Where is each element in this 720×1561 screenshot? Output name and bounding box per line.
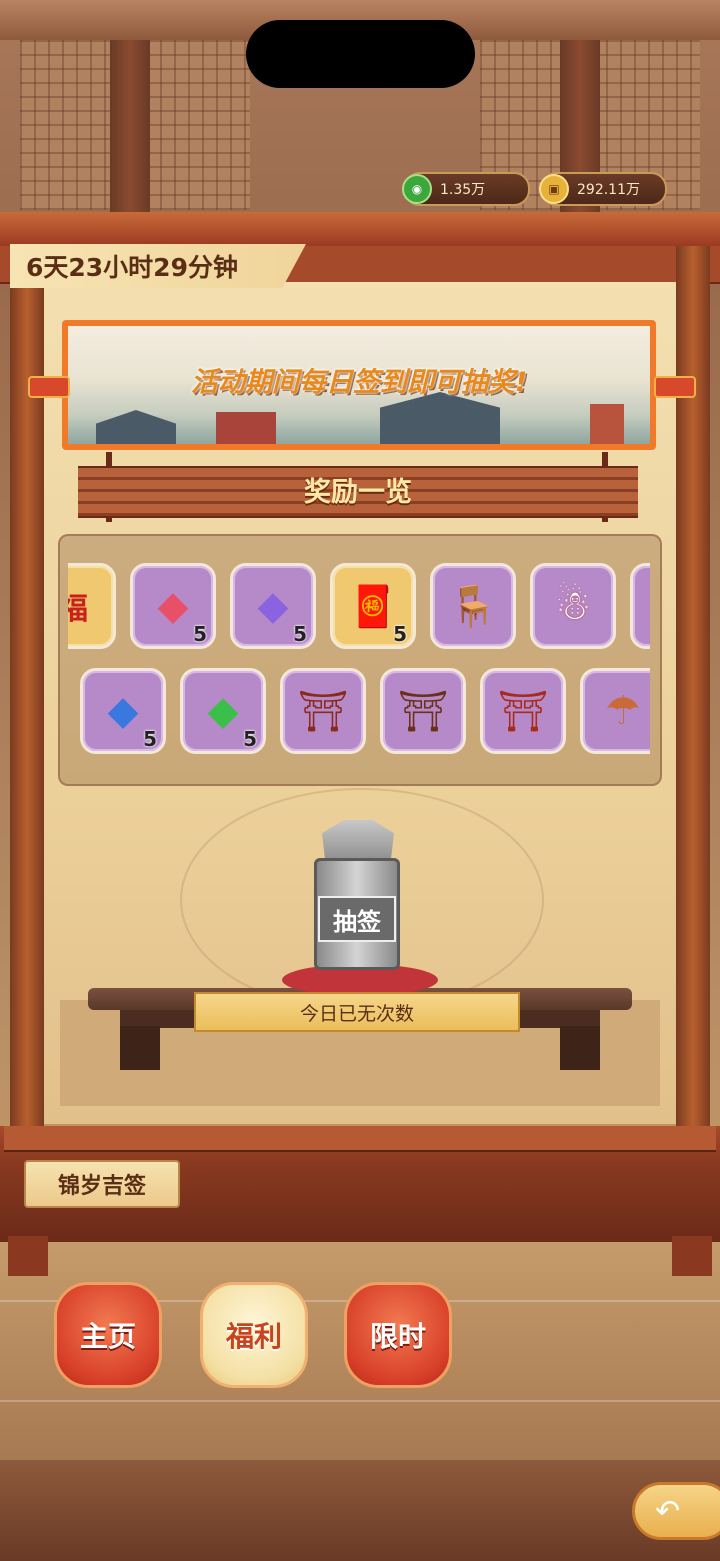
gold-amount: 292.11万 — [577, 182, 640, 198]
reward-tile[interactable]: ◆ 5 — [230, 563, 316, 649]
jade-currency[interactable]: ◉ 1.35万 — [402, 172, 530, 206]
jade-coin-icon: ◉ — [402, 174, 432, 204]
reward-tile[interactable]: 🪑 — [430, 563, 516, 649]
reward-tile[interactable]: ⛩ — [380, 668, 466, 754]
red-pavilion-icon: ⛩ — [497, 688, 549, 735]
frame-base-ledge — [4, 1126, 716, 1152]
countdown-timer: 6天23小时29分钟 — [10, 244, 306, 288]
tab-welfare[interactable]: 福利 — [200, 1282, 308, 1388]
red-knot-right-icon — [654, 376, 696, 398]
reward-quantity: 5 — [193, 622, 207, 646]
banner-pagoda — [590, 404, 624, 444]
rewards-row-1: 福 ◆ 5 ◆ 5 🧧 5 🪑 ☃ — [68, 563, 650, 655]
reward-tile[interactable]: ☂ — [580, 668, 650, 754]
reward-tile[interactable]: ◆ 5 — [80, 668, 166, 754]
reward-quantity: 5 — [243, 727, 257, 751]
banner-headline: 活动期间每日签到即可抽奖! — [190, 367, 528, 398]
reward-tile[interactable]: ☃ — [530, 563, 616, 649]
back-button[interactable]: ↶ — [632, 1482, 720, 1540]
banner-temple — [216, 412, 276, 444]
back-arrow-icon: ↶ — [655, 1493, 681, 1529]
market-stall-icon: ⛩ — [297, 688, 349, 735]
reward-quantity: 5 — [143, 727, 157, 751]
reward-tile[interactable]: ⛩ — [280, 668, 366, 754]
reward-tile[interactable]: 🧧 5 — [330, 563, 416, 649]
reward-quantity: 5 — [393, 622, 407, 646]
altar-leg-right — [560, 1026, 600, 1070]
partial-item-icon — [643, 576, 650, 636]
floor-line — [0, 1400, 720, 1402]
snowman-icon: ☃ — [555, 583, 591, 629]
copper-coin-icon: ▣ — [539, 174, 569, 204]
tab-home[interactable]: 主页 — [54, 1282, 162, 1388]
reward-tile[interactable]: ◆ 5 — [130, 563, 216, 649]
red-knot-left-icon — [28, 376, 70, 398]
bottom-floor — [0, 1460, 720, 1561]
activity-name-tag: 锦岁吉签 — [24, 1160, 180, 1208]
draw-label: 抽签 — [318, 896, 396, 942]
jade-amount: 1.35万 — [440, 182, 486, 198]
reward-tile[interactable]: ⛩ — [480, 668, 566, 754]
umbrella-stall-icon: ☂ — [605, 688, 641, 734]
frame-foot-right — [672, 1236, 712, 1276]
pillar-left — [110, 40, 150, 220]
camera-notch — [246, 20, 475, 88]
frame-top-beam — [0, 212, 720, 249]
reward-quantity: 5 — [293, 622, 307, 646]
frame-foot-left — [8, 1236, 48, 1276]
gold-currency[interactable]: ▣ 292.11万 — [539, 172, 667, 206]
rewards-row-2: ◆ 5 ◆ 5 ⛩ ⛩ ⛩ ☂ — [68, 668, 650, 760]
pavilion-stall-icon: ⛩ — [397, 688, 449, 735]
altar-leg-left — [120, 1026, 160, 1070]
wooden-chair-icon: 🪑 — [448, 583, 498, 630]
draw-status: 今日已无次数 — [194, 992, 520, 1032]
fu-red-envelope-icon: 福 — [68, 592, 88, 627]
tab-limited[interactable]: 限时 — [344, 1282, 452, 1388]
rewards-title: 奖励一览 — [304, 477, 412, 508]
reward-tile[interactable]: ◆ 5 — [180, 668, 266, 754]
reward-tile[interactable]: 福 — [68, 563, 116, 649]
reward-tile[interactable] — [630, 563, 650, 649]
